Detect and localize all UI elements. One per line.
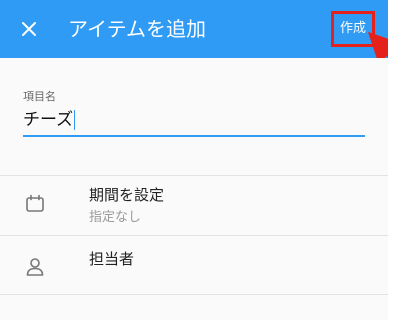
- page-title: アイテムを追加: [68, 17, 206, 41]
- assignee-title: 担当者: [89, 250, 135, 268]
- calendar-icon: [26, 194, 44, 212]
- form-content: 項目名 チーズ 期間を設定 指定なし 担当者: [0, 58, 388, 320]
- input-underline: [23, 135, 365, 137]
- divider: [0, 294, 388, 295]
- period-setting-title: 期間を設定: [89, 186, 165, 204]
- period-setting-row[interactable]: 期間を設定 指定なし: [0, 176, 388, 235]
- assignee-row[interactable]: 担当者: [0, 236, 388, 294]
- text-caret: [74, 110, 76, 130]
- item-name-label: 項目名: [23, 90, 56, 103]
- close-button[interactable]: [12, 12, 46, 46]
- period-setting-value: 指定なし: [89, 210, 142, 225]
- item-name-input[interactable]: チーズ: [23, 106, 365, 134]
- app-bar: アイテムを追加 作成: [0, 0, 388, 58]
- item-name-value: チーズ: [23, 110, 74, 130]
- screen-margin: [388, 0, 412, 320]
- close-icon: [22, 22, 36, 36]
- person-icon: [26, 258, 44, 276]
